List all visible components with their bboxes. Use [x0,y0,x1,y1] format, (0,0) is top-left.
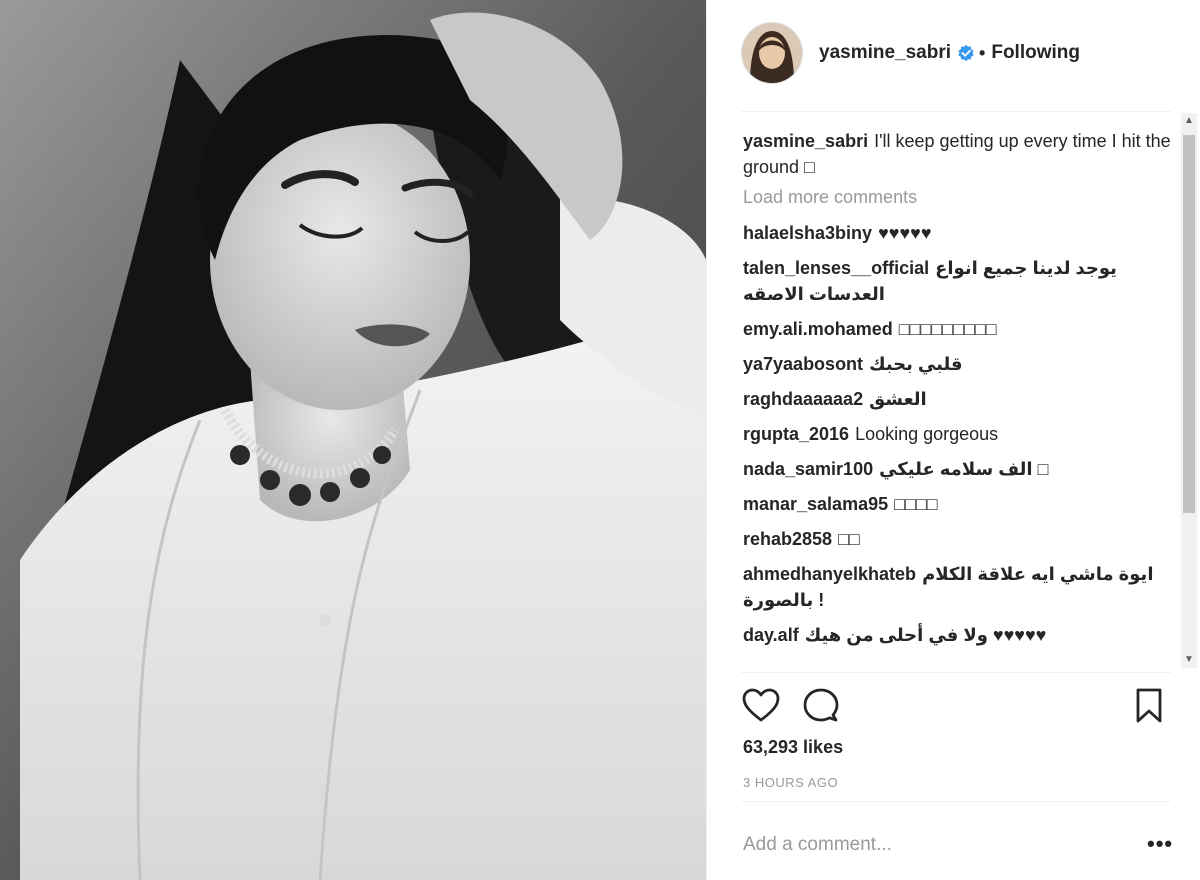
divider [741,801,1171,802]
speech-bubble-icon[interactable] [801,686,841,726]
comment-item: rehab2858 □□ [743,526,1173,552]
comment-text: Looking gorgeous [855,424,999,444]
post-details-panel: yasmine_sabri • Following yasmine_sabri I… [706,0,1200,880]
divider [741,672,1171,673]
bookmark-icon[interactable] [1129,686,1169,726]
scrollbar-thumb[interactable] [1183,135,1195,513]
more-options-icon[interactable]: ••• [1147,833,1173,855]
comment-text: □□ [838,529,860,549]
comment-item: day.alf ولا في أحلى من هيك ♥♥♥♥♥ [743,622,1173,648]
comment-username[interactable]: emy.ali.mohamed [743,319,893,339]
scroll-up-arrow-icon[interactable]: ▲ [1181,113,1197,129]
action-bar [741,686,1171,726]
comment-username[interactable]: rgupta_2016 [743,424,849,444]
divider [741,111,1171,112]
post-timestamp[interactable]: 3 HOURS AGO [743,775,838,790]
following-button[interactable]: Following [991,42,1080,64]
load-more-comments-link[interactable]: Load more comments [743,187,1173,208]
comment-text: ولا في أحلى من هيك ♥♥♥♥♥ [804,625,1047,645]
comment-item: ya7yaabosont قلبي بحبك [743,351,1173,377]
comment-item: raghdaaaaaa2 العشق [743,386,1173,412]
portrait-image [0,0,706,880]
avatar[interactable] [741,22,803,84]
comment-text: العشق [869,389,927,409]
caption-username[interactable]: yasmine_sabri [743,131,868,151]
comment-item: manar_salama95 □□□□ [743,491,1173,517]
comment-username[interactable]: raghdaaaaaa2 [743,389,863,409]
comment-username[interactable]: manar_salama95 [743,494,888,514]
comment-text: ♥♥♥♥♥ [878,223,932,243]
comment-item: halaelsha3biny ♥♥♥♥♥ [743,220,1173,246]
username-link[interactable]: yasmine_sabri [819,42,951,64]
comment-username[interactable]: nada_samir100 [743,459,873,479]
comment-text: قلبي بحبك [869,354,963,374]
post-header: yasmine_sabri • Following [741,22,1171,84]
header-separator: • [979,42,986,63]
comment-item: rgupta_2016 Looking gorgeous [743,421,1173,447]
add-comment-input[interactable] [741,826,1135,864]
comment-username[interactable]: halaelsha3biny [743,223,872,243]
post-photo[interactable] [0,0,706,880]
comment-item: emy.ali.mohamed □□□□□□□□□ [743,316,1173,342]
instagram-post: yasmine_sabri • Following yasmine_sabri I… [0,0,1200,880]
comment-username[interactable]: day.alf [743,625,799,645]
comment-text: □□□□ [894,494,938,514]
comments-list: yasmine_sabri I'll keep getting up every … [743,128,1173,668]
likes-count[interactable]: 63,293 likes [743,737,843,758]
comment-item: talen_lenses__official يوجد لدينا جميع ان… [743,255,1173,307]
comment-text: الف سلامه عليكي □ [879,459,1049,479]
comment-username[interactable]: rehab2858 [743,529,832,549]
comment-item: nada_samir100 الف سلامه عليكي □ [743,456,1173,482]
comment-username[interactable]: ya7yaabosont [743,354,863,374]
comments-scrollbar[interactable]: ▲ ▼ [1181,113,1197,668]
comment-item: ahmedhanyelkhateb ايوة ماشي ايه علاقة الك… [743,561,1173,613]
verified-badge-icon [958,44,974,62]
comment-text: □□□□□□□□□ [898,319,997,339]
caption: yasmine_sabri I'll keep getting up every … [743,128,1173,180]
avatar-image [742,23,802,83]
comment-username[interactable]: ahmedhanyelkhateb [743,564,916,584]
comment-username[interactable]: talen_lenses__official [743,258,929,278]
scroll-down-arrow-icon[interactable]: ▼ [1181,652,1197,668]
heart-icon[interactable] [741,686,781,726]
